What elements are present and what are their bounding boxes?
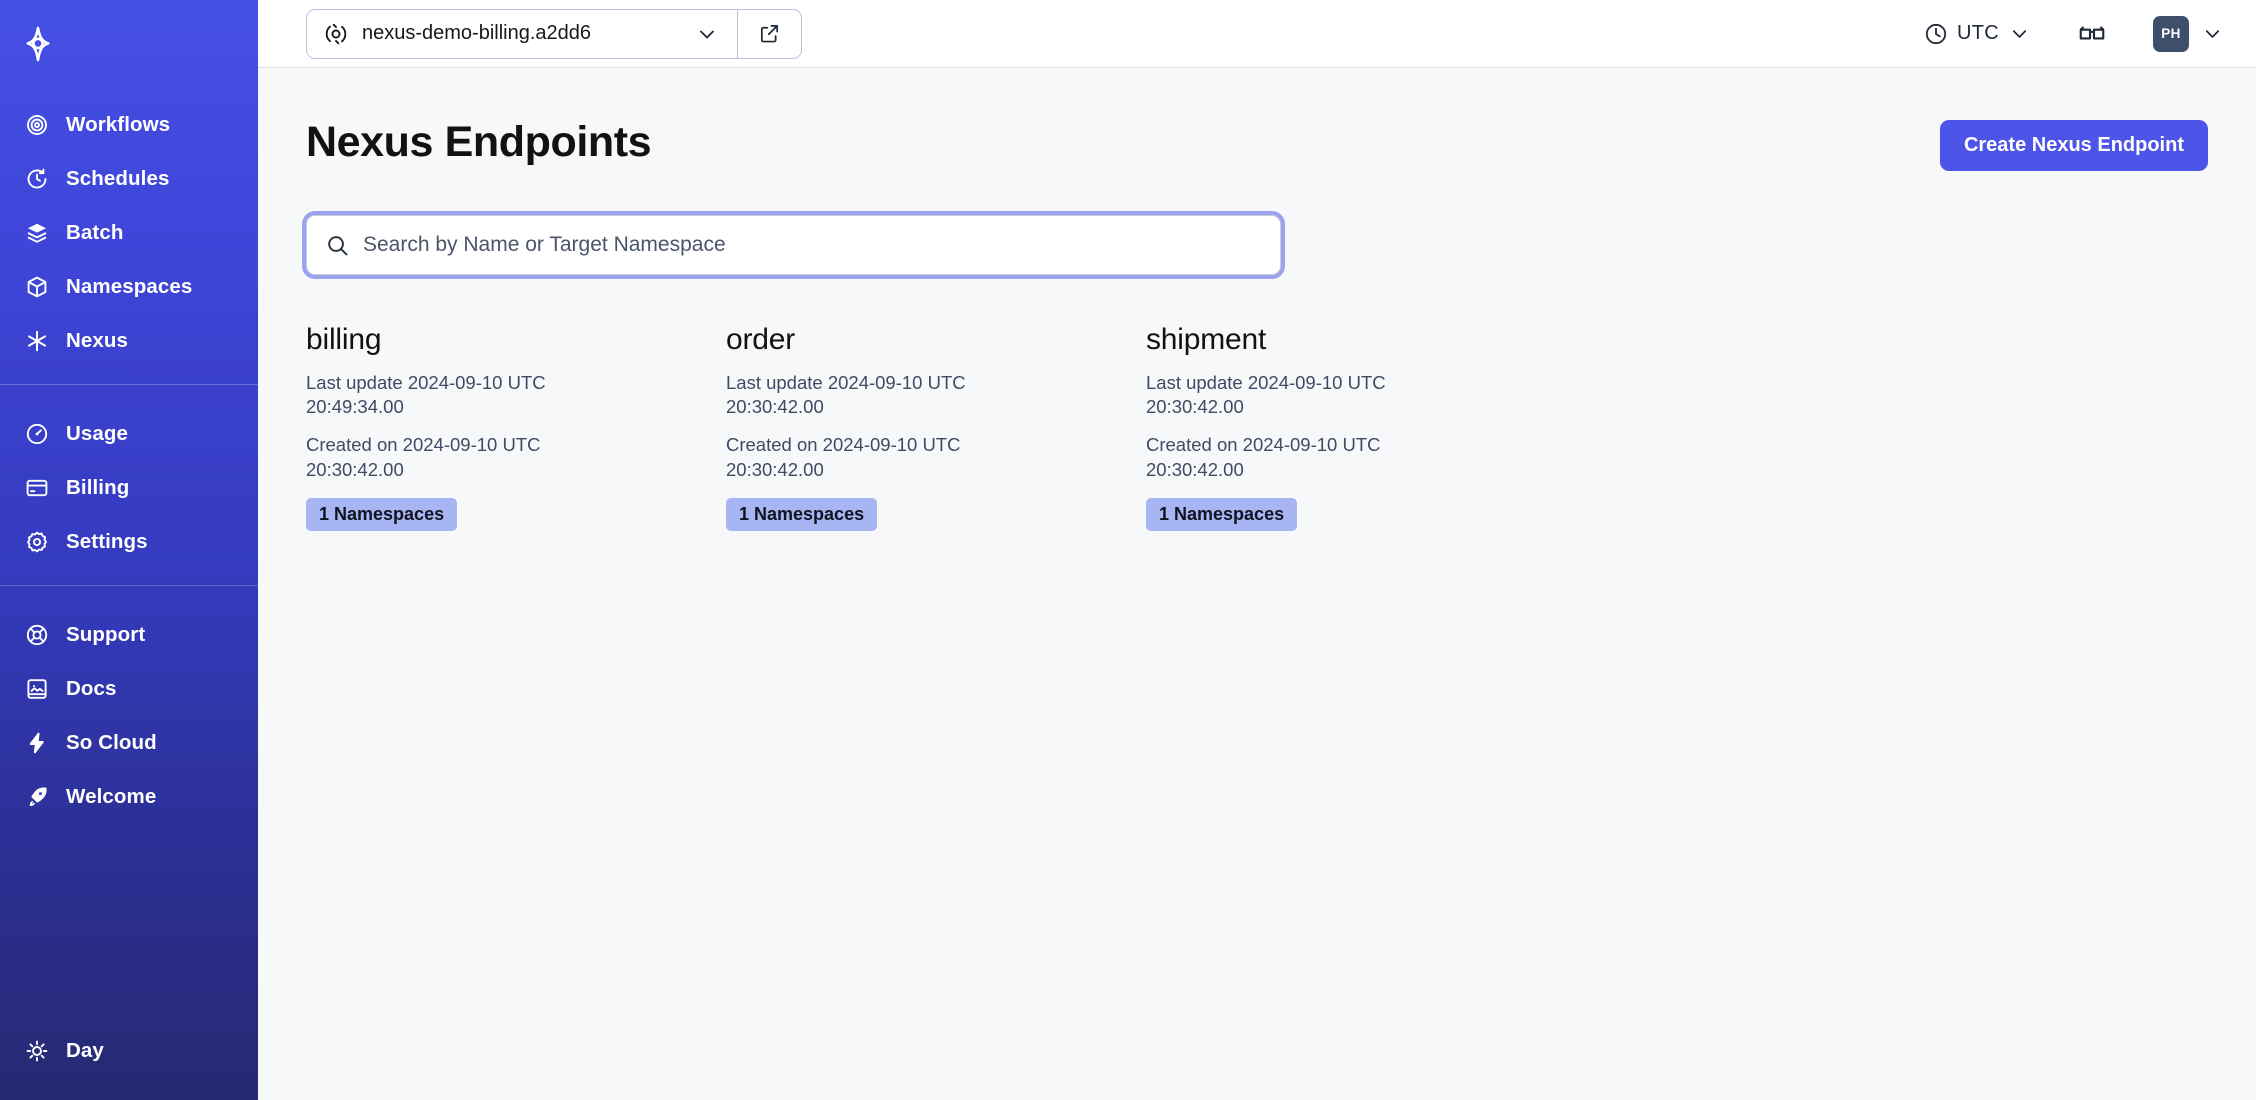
topbar-right-controls: UTC PH bbox=[1924, 15, 2234, 52]
sidebar-item-docs[interactable]: Docs bbox=[0, 662, 258, 716]
chevron-down-icon bbox=[695, 22, 719, 46]
create-nexus-endpoint-button[interactable]: Create Nexus Endpoint bbox=[1939, 120, 2208, 171]
sidebar-footer: Day bbox=[0, 1024, 258, 1100]
sidebar-item-label: Batch bbox=[66, 221, 124, 244]
topbar: nexus-demo-billing.a2dd6 UTC PH bbox=[258, 0, 2256, 68]
sidebar-item-label: Welcome bbox=[66, 785, 157, 808]
sidebar-item-label: Docs bbox=[66, 677, 117, 700]
sidebar-item-label: Support bbox=[66, 623, 146, 646]
endpoint-namespaces-badge: 1 Namespaces bbox=[306, 498, 458, 532]
endpoint-last-update: Last update 2024-09-10 UTC 20:49:34.00 bbox=[306, 371, 546, 417]
search-icon bbox=[325, 233, 350, 258]
sidebar-item-label: Settings bbox=[66, 530, 148, 553]
page-header: Nexus Endpoints Create Nexus Endpoint bbox=[306, 118, 2208, 171]
sidebar-item-namespaces[interactable]: Namespaces bbox=[0, 260, 258, 314]
page-content: Nexus Endpoints Create Nexus Endpoint bi… bbox=[258, 68, 2256, 1100]
workflows-icon bbox=[24, 112, 50, 138]
sidebar-item-welcome[interactable]: Welcome bbox=[0, 770, 258, 824]
endpoint-card-order[interactable]: order Last update 2024-09-10 UTC 20:30:4… bbox=[726, 323, 1146, 532]
nexus-icon bbox=[24, 328, 50, 354]
namespace-icon bbox=[323, 21, 349, 47]
app-root: Workflows Schedules Batch Namespaces Nex… bbox=[0, 0, 2256, 1100]
endpoint-card-billing[interactable]: billing Last update 2024-09-10 UTC 20:49… bbox=[306, 323, 726, 532]
namespace-external-link-button[interactable] bbox=[737, 9, 801, 58]
endpoint-name: shipment bbox=[1146, 323, 1267, 356]
endpoint-last-update: Last update 2024-09-10 UTC 20:30:42.00 bbox=[726, 371, 966, 417]
endpoint-created-on: Created on 2024-09-10 UTC 20:30:42.00 bbox=[306, 434, 541, 480]
endpoint-card-list: billing Last update 2024-09-10 UTC 20:49… bbox=[306, 323, 2208, 532]
rocket-icon bbox=[24, 784, 50, 810]
sidebar-item-billing[interactable]: Billing bbox=[0, 461, 258, 515]
page-title: Nexus Endpoints bbox=[306, 118, 652, 166]
sidebar-item-label: So Cloud bbox=[66, 731, 157, 754]
avatar: PH bbox=[2153, 15, 2189, 52]
sidebar-item-usage[interactable]: Usage bbox=[0, 407, 258, 461]
namespace-selector: nexus-demo-billing.a2dd6 bbox=[306, 8, 802, 59]
temporal-logo-icon bbox=[26, 26, 50, 62]
support-icon bbox=[24, 622, 50, 648]
external-link-icon bbox=[758, 22, 781, 45]
namespace-value: nexus-demo-billing.a2dd6 bbox=[362, 22, 592, 44]
sidebar-item-support[interactable]: Support bbox=[0, 608, 258, 662]
usage-icon bbox=[24, 421, 50, 447]
endpoint-card-shipment[interactable]: shipment Last update 2024-09-10 UTC 20:3… bbox=[1146, 323, 1566, 532]
sidebar-item-label: Namespaces bbox=[66, 275, 193, 298]
sidebar-item-label: Schedules bbox=[66, 167, 170, 190]
clock-icon bbox=[1925, 23, 1947, 44]
chevron-down-icon bbox=[2012, 30, 2027, 38]
batch-icon bbox=[24, 220, 50, 246]
namespaces-icon bbox=[24, 274, 50, 300]
main-area: nexus-demo-billing.a2dd6 UTC PH Nexus En… bbox=[258, 0, 2256, 1100]
sidebar-item-label: Nexus bbox=[66, 329, 129, 352]
sidebar-item-batch[interactable]: Batch bbox=[0, 206, 258, 260]
sidebar-item-label: Workflows bbox=[66, 113, 171, 136]
sidebar-item-label: Usage bbox=[66, 422, 129, 445]
sidebar-logo-row[interactable] bbox=[0, 0, 258, 92]
sidebar-item-label: Billing bbox=[66, 476, 130, 499]
endpoint-last-update: Last update 2024-09-10 UTC 20:30:42.00 bbox=[1146, 371, 1386, 417]
theme-toggle-label: Day bbox=[66, 1039, 104, 1062]
namespace-select-button[interactable]: nexus-demo-billing.a2dd6 bbox=[307, 10, 737, 58]
timezone-selector[interactable]: UTC bbox=[1924, 22, 2031, 46]
endpoint-namespaces-badge: 1 Namespaces bbox=[1146, 498, 1298, 532]
docs-icon bbox=[24, 676, 50, 702]
search-bar[interactable] bbox=[306, 215, 1281, 275]
sidebar-item-workflows[interactable]: Workflows bbox=[0, 98, 258, 152]
endpoint-created-on: Created on 2024-09-10 UTC 20:30:42.00 bbox=[1146, 434, 1381, 480]
theme-toggle-day[interactable]: Day bbox=[0, 1024, 258, 1078]
data-encoder-glasses-button[interactable] bbox=[2077, 19, 2107, 49]
schedules-icon bbox=[24, 166, 50, 192]
endpoint-created-on: Created on 2024-09-10 UTC 20:30:42.00 bbox=[726, 434, 961, 480]
timezone-label: UTC bbox=[1956, 22, 1999, 44]
sidebar-group-account: Usage Billing Settings bbox=[0, 384, 258, 585]
sidebar-item-schedules[interactable]: Schedules bbox=[0, 152, 258, 206]
bolt-icon bbox=[24, 730, 50, 756]
endpoint-name: order bbox=[726, 323, 796, 356]
sun-icon bbox=[24, 1038, 50, 1064]
user-menu[interactable]: PH bbox=[2153, 15, 2224, 52]
sidebar-item-settings[interactable]: Settings bbox=[0, 515, 258, 569]
sidebar-item-so-cloud[interactable]: So Cloud bbox=[0, 716, 258, 770]
sidebar-group-primary: Workflows Schedules Batch Namespaces Nex… bbox=[0, 92, 258, 384]
search-input[interactable] bbox=[350, 233, 1264, 257]
chevron-down-icon bbox=[2205, 30, 2220, 38]
billing-icon bbox=[24, 475, 50, 501]
endpoint-namespaces-badge: 1 Namespaces bbox=[726, 498, 878, 532]
sidebar: Workflows Schedules Batch Namespaces Nex… bbox=[0, 0, 258, 1100]
settings-icon bbox=[24, 529, 50, 555]
sidebar-group-help: Support Docs So Cloud Welcome bbox=[0, 585, 258, 840]
glasses-icon bbox=[2079, 25, 2105, 39]
sidebar-item-nexus[interactable]: Nexus bbox=[0, 314, 258, 368]
endpoint-name: billing bbox=[306, 323, 382, 356]
